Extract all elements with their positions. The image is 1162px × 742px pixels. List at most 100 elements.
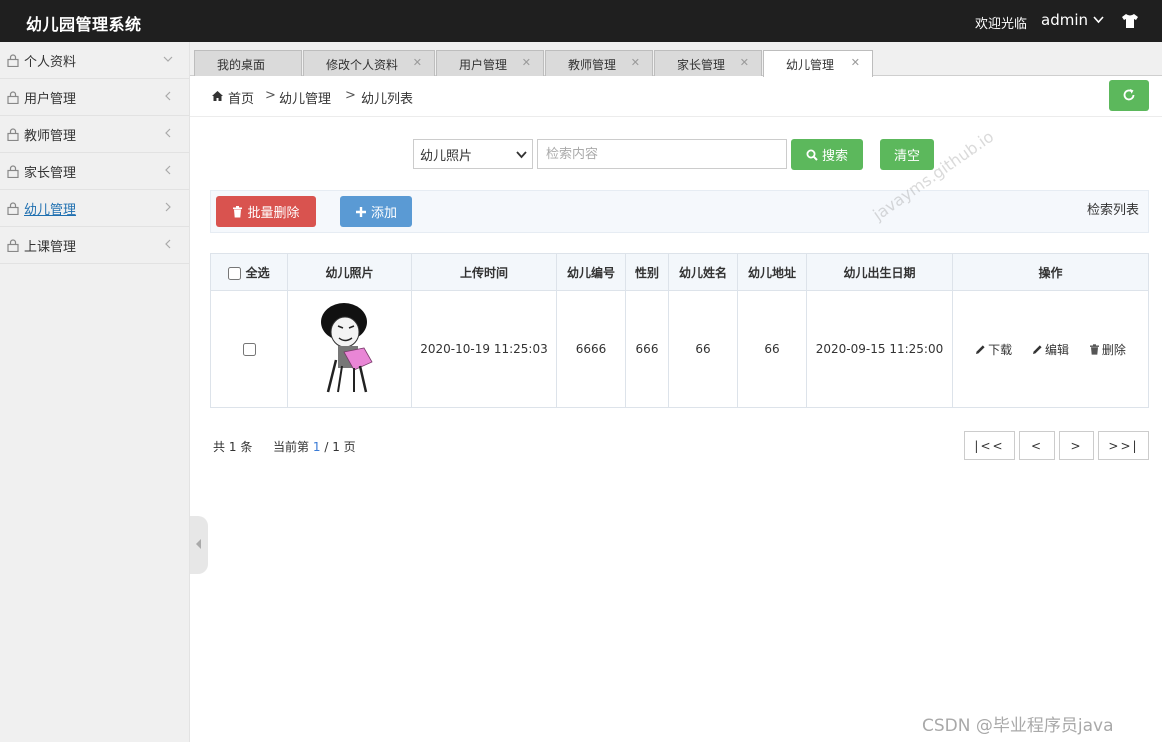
tab-edit-profile[interactable]: 修改个人资料 ✕ bbox=[303, 50, 435, 76]
current-page: 1 bbox=[312, 440, 321, 454]
search-button-label: 搜索 bbox=[821, 149, 848, 164]
select-all-label: 全选 bbox=[245, 265, 270, 280]
lock-icon bbox=[7, 164, 19, 178]
home-icon bbox=[212, 91, 223, 101]
close-icon[interactable]: ✕ bbox=[522, 56, 531, 69]
lock-icon bbox=[7, 201, 19, 215]
chevron-left-icon bbox=[165, 128, 171, 138]
user-menu[interactable]: admin bbox=[1041, 11, 1104, 29]
lock-icon bbox=[7, 53, 19, 67]
upload-time-cell: 2020-10-19 11:25:03 bbox=[411, 290, 557, 408]
next-page-button[interactable]: > bbox=[1059, 431, 1094, 460]
csdn-watermark: CSDN @毕业程序员java bbox=[922, 716, 1114, 736]
sidebar-item-label: 个人资料 bbox=[24, 54, 77, 70]
table-row: 2020-10-19 11:25:03 6666 666 66 66 2020-… bbox=[210, 290, 1149, 408]
column-header: 幼儿照片 bbox=[287, 253, 412, 291]
current-page-text: 当前第 1 / 1 页 bbox=[273, 438, 356, 455]
sidebar-item-label: 用户管理 bbox=[24, 91, 77, 107]
table-header-row: 全选 幼儿照片 上传时间 幼儿编号 性别 幼儿姓名 幼儿地址 幼儿出生日期 操作 bbox=[210, 253, 1149, 291]
tab-desktop[interactable]: 我的桌面 bbox=[194, 50, 302, 76]
pencil-icon bbox=[1032, 344, 1042, 354]
first-page-button[interactable]: |<< bbox=[964, 431, 1015, 460]
add-button-label: 添加 bbox=[370, 206, 397, 221]
close-icon[interactable]: ✕ bbox=[413, 56, 422, 69]
select-all-header[interactable]: 全选 bbox=[210, 253, 288, 291]
search-input[interactable] bbox=[537, 139, 787, 169]
breadcrumb-separator: > bbox=[345, 88, 356, 103]
row-checkbox[interactable] bbox=[242, 343, 256, 356]
add-button[interactable]: 添加 bbox=[340, 196, 412, 227]
sidebar-item-children[interactable]: 幼儿管理 bbox=[0, 190, 189, 227]
tab-label: 我的桌面 bbox=[217, 58, 266, 72]
operations-cell: 下载 编辑 删除 bbox=[952, 290, 1149, 408]
refresh-button[interactable] bbox=[1109, 80, 1149, 111]
sidebar-item-parents[interactable]: 家长管理 bbox=[0, 153, 189, 190]
total-suffix: 条 bbox=[240, 440, 253, 454]
gender-cell: 666 bbox=[625, 290, 669, 408]
select-all-checkbox[interactable] bbox=[228, 266, 242, 280]
column-header: 幼儿地址 bbox=[737, 253, 807, 291]
delete-link[interactable]: 删除 bbox=[1089, 341, 1126, 358]
username: admin bbox=[1041, 11, 1088, 29]
total-count: 1 bbox=[228, 440, 237, 454]
edit-label: 编辑 bbox=[1044, 342, 1069, 357]
search-field-select[interactable]: 幼儿照片 bbox=[413, 139, 533, 169]
tab-label: 家长管理 bbox=[677, 58, 726, 72]
edit-link[interactable]: 编辑 bbox=[1032, 341, 1069, 358]
chevron-left-icon bbox=[165, 239, 171, 249]
batch-delete-button[interactable]: 批量删除 bbox=[216, 196, 316, 227]
close-icon[interactable]: ✕ bbox=[851, 56, 860, 69]
column-header: 上传时间 bbox=[411, 253, 557, 291]
close-icon[interactable]: ✕ bbox=[631, 56, 640, 69]
search-button[interactable]: 搜索 bbox=[791, 139, 863, 170]
address-cell: 66 bbox=[737, 290, 807, 408]
child-no-cell: 6666 bbox=[556, 290, 626, 408]
breadcrumb-level1[interactable]: 幼儿管理 bbox=[279, 88, 331, 107]
breadcrumb-home[interactable]: 首页 bbox=[228, 88, 254, 107]
plus-icon bbox=[355, 206, 366, 217]
sidebar-item-label: 家长管理 bbox=[24, 165, 77, 181]
tab-label: 用户管理 bbox=[459, 58, 508, 72]
sidebar-collapse-toggle[interactable] bbox=[190, 516, 208, 574]
column-header: 幼儿姓名 bbox=[668, 253, 738, 291]
tab-children[interactable]: 幼儿管理 ✕ bbox=[763, 50, 873, 77]
caret-left-icon bbox=[196, 539, 201, 549]
sidebar-item-label: 教师管理 bbox=[24, 128, 77, 144]
page-separator: / bbox=[324, 440, 329, 454]
row-select-cell bbox=[210, 290, 288, 408]
search-field-selected: 幼儿照片 bbox=[420, 148, 473, 164]
lock-icon bbox=[7, 127, 19, 141]
sidebar-item-classes[interactable]: 上课管理 bbox=[0, 227, 189, 264]
tab-teachers[interactable]: 教师管理 ✕ bbox=[545, 50, 653, 76]
tab-parents[interactable]: 家长管理 ✕ bbox=[654, 50, 762, 76]
refresh-icon bbox=[1123, 89, 1135, 101]
column-header: 幼儿编号 bbox=[556, 253, 626, 291]
total-count-text: 共 1 条 bbox=[213, 438, 252, 455]
child-photo[interactable] bbox=[314, 300, 386, 396]
chevron-right-icon bbox=[165, 202, 171, 212]
total-prefix: 共 bbox=[213, 440, 226, 454]
sidebar-item-profile[interactable]: 个人资料 bbox=[0, 42, 189, 79]
theme-shirt-icon[interactable] bbox=[1121, 13, 1139, 29]
chevron-down-icon bbox=[163, 56, 173, 62]
download-link[interactable]: 下载 bbox=[975, 341, 1012, 358]
column-header: 幼儿出生日期 bbox=[806, 253, 953, 291]
list-title: 检索列表 bbox=[1087, 203, 1140, 218]
sidebar-item-label: 上课管理 bbox=[24, 239, 77, 255]
children-table: 全选 幼儿照片 上传时间 幼儿编号 性别 幼儿姓名 幼儿地址 幼儿出生日期 操作 bbox=[210, 253, 1149, 408]
download-label: 下载 bbox=[988, 342, 1013, 357]
delete-label: 删除 bbox=[1101, 342, 1126, 357]
tab-users[interactable]: 用户管理 ✕ bbox=[436, 50, 544, 76]
clear-button[interactable]: 清空 bbox=[880, 139, 934, 170]
close-icon[interactable]: ✕ bbox=[740, 56, 749, 69]
pencil-icon bbox=[976, 344, 985, 354]
breadcrumb: 首页 > 幼儿管理 > 幼儿列表 bbox=[190, 77, 1162, 117]
prev-page-button[interactable]: < bbox=[1019, 431, 1055, 460]
trash-icon bbox=[233, 205, 243, 217]
tab-label: 修改个人资料 bbox=[326, 58, 399, 72]
last-page-button[interactable]: >>| bbox=[1098, 431, 1149, 460]
app-title: 幼儿园管理系统 bbox=[26, 15, 142, 34]
sidebar-item-teachers[interactable]: 教师管理 bbox=[0, 116, 189, 153]
sidebar-item-users[interactable]: 用户管理 bbox=[0, 79, 189, 116]
column-header: 性别 bbox=[625, 253, 669, 291]
